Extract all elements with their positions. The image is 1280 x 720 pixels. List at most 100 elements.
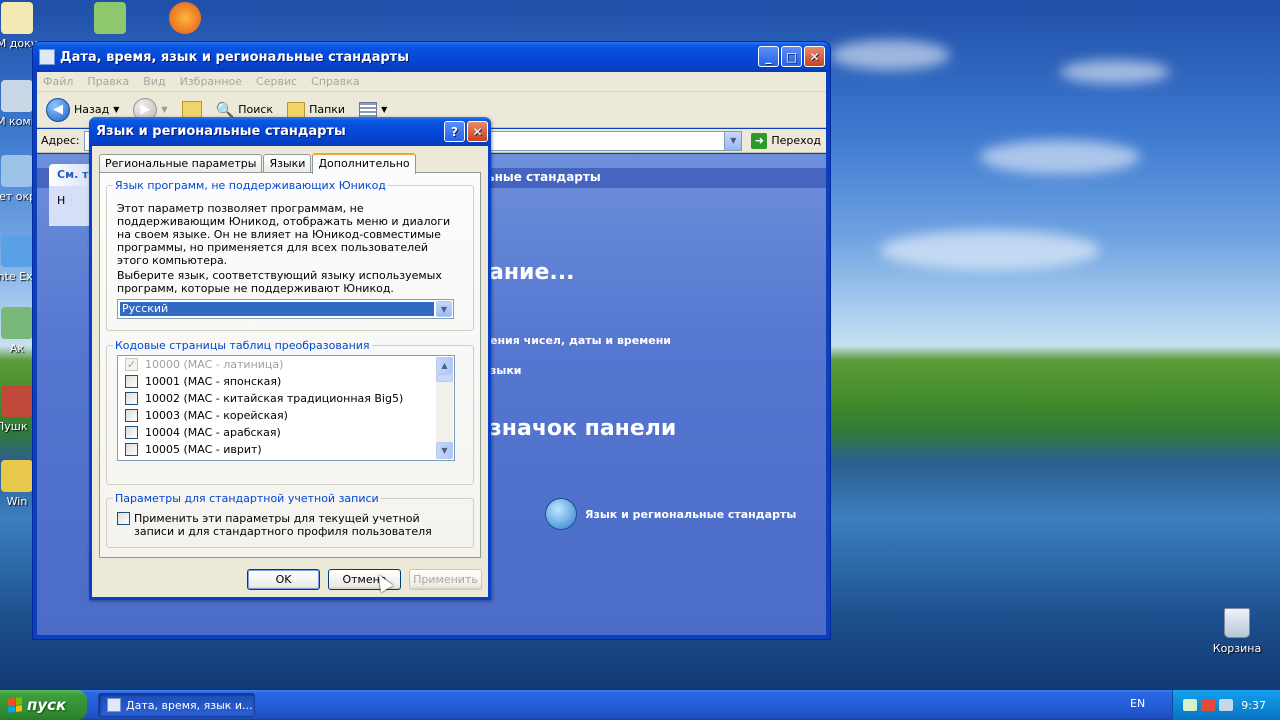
go-label: Переход xyxy=(771,134,821,147)
checkbox-icon[interactable] xyxy=(125,409,138,422)
code-page-item[interactable]: 10005 (MAC - иврит) xyxy=(118,441,454,458)
menu-help[interactable]: Справка xyxy=(311,75,359,88)
cloud xyxy=(1060,60,1170,84)
start-button[interactable]: пуск xyxy=(0,690,87,720)
setup-icon xyxy=(94,2,126,34)
menu-file[interactable]: Файл xyxy=(43,75,73,88)
tab-advanced[interactable]: Дополнительно xyxy=(312,153,416,174)
code-page-item[interactable]: 10001 (MAC - японская) xyxy=(118,373,454,390)
app-icon xyxy=(1,307,33,339)
menu-view[interactable]: Вид xyxy=(143,75,165,88)
checkbox-icon xyxy=(117,512,130,525)
apply-to-default-checkbox[interactable]: Применить эти параметры для текущей учет… xyxy=(117,512,462,538)
menu-edit[interactable]: Правка xyxy=(87,75,129,88)
tab-languages[interactable]: Языки xyxy=(263,154,312,173)
app-icon xyxy=(1,385,33,417)
checkbox-icon[interactable] xyxy=(125,392,138,405)
code-pages-rows: ✓ 10000 (MAC - латиница) 10001 (MAC - япон… xyxy=(118,356,454,458)
taskbar-item-explorer[interactable]: Дата, время, язык и... xyxy=(98,693,255,717)
address-label: Адрес: xyxy=(41,134,80,147)
recycle-bin-label: Корзина xyxy=(1212,642,1262,655)
dialog-title-bar[interactable]: Язык и региональные стандарты ? ✕ xyxy=(89,117,491,146)
clock[interactable]: 9:37 xyxy=(1241,699,1266,712)
maximize-button[interactable]: □ xyxy=(781,46,802,67)
code-page-label: 10002 (MAC - китайская традиционная Big5… xyxy=(145,392,404,405)
globe-icon xyxy=(545,498,577,530)
start-label: пуск xyxy=(27,696,67,714)
task-add-languages[interactable]: зыки xyxy=(490,364,522,377)
security-shield-icon[interactable] xyxy=(1201,699,1215,711)
left-pane-item[interactable]: Н xyxy=(57,194,65,207)
code-page-label: 10003 (MAC - корейская) xyxy=(145,409,288,422)
views-icon xyxy=(359,101,378,118)
menu-favorites[interactable]: Избранное xyxy=(180,75,242,88)
language-indicator[interactable]: EN xyxy=(1130,697,1145,710)
search-icon: 🔍 xyxy=(215,100,235,119)
taskbar: пуск Дата, время, язык и... EN 9:37 xyxy=(0,690,1280,720)
network-icon xyxy=(1,155,33,187)
go-button[interactable]: ➜ Переход xyxy=(746,131,826,151)
desktop-icon-recycle-bin[interactable]: Корзина xyxy=(1210,608,1264,655)
code-page-item[interactable]: 10003 (MAC - корейская) xyxy=(118,407,454,424)
language-select[interactable]: Русский ▼ xyxy=(117,299,454,319)
computer-icon xyxy=(1,80,33,112)
help-button[interactable]: ? xyxy=(444,121,465,142)
code-pages-scrollbar[interactable]: ▲ ▼ xyxy=(436,357,453,459)
recycle-bin-icon xyxy=(1224,608,1250,638)
scroll-up-icon[interactable]: ▲ xyxy=(436,357,453,374)
checkbox-icon[interactable] xyxy=(125,426,138,439)
tab-regional-options[interactable]: Региональные параметры xyxy=(99,154,263,173)
default-account-legend: Параметры для стандартной учетной записи xyxy=(115,492,379,505)
advanced-tab-panel: Язык программ, не поддерживающих Юникод … xyxy=(99,172,481,558)
close-button[interactable]: ✕ xyxy=(804,46,825,67)
menu-tools[interactable]: Сервис xyxy=(256,75,297,88)
cloud xyxy=(980,140,1140,174)
task-change-number-format[interactable]: ения чисел, даты и времени xyxy=(490,334,671,347)
checkbox-icon: ✓ xyxy=(125,358,138,371)
apply-button[interactable]: Применить xyxy=(409,569,482,590)
checkbox-icon[interactable] xyxy=(125,375,138,388)
back-label: Назад xyxy=(74,103,110,116)
internet-explorer-icon xyxy=(1,235,33,267)
ok-button[interactable]: OK xyxy=(247,569,320,590)
desktop-icon-label: Ак xyxy=(9,342,25,355)
folders-icon xyxy=(287,101,306,118)
chevron-down-icon: ▼ xyxy=(381,105,388,114)
code-page-item[interactable]: 10004 (MAC - арабская) xyxy=(118,424,454,441)
chevron-down-icon[interactable]: ▼ xyxy=(436,301,452,317)
system-tray: 9:37 xyxy=(1172,690,1280,720)
regional-options-link[interactable]: Язык и региональные стандарты xyxy=(545,498,796,530)
code-page-item[interactable]: 10002 (MAC - китайская традиционная Big5… xyxy=(118,390,454,407)
scroll-down-icon[interactable]: ▼ xyxy=(436,442,453,459)
windows-logo-icon xyxy=(8,697,22,713)
network-tray-icon[interactable] xyxy=(1183,699,1197,711)
non-unicode-legend: Язык программ, не поддерживающих Юникод xyxy=(115,179,386,192)
code-page-item: ✓ 10000 (MAC - латиница) xyxy=(118,356,454,373)
pick-icon-heading: значок панели xyxy=(489,416,677,441)
checkbox-icon[interactable] xyxy=(125,443,138,456)
desktop-icon-firefox[interactable] xyxy=(148,2,222,37)
regional-options-label: Язык и региональные стандарты xyxy=(585,507,797,521)
dialog-close-button[interactable]: ✕ xyxy=(467,121,488,142)
non-unicode-prompt: Выберите язык, соответствующий языку исп… xyxy=(117,269,442,295)
menu-bar: Файл Правка Вид Избранное Сервис Справка xyxy=(37,72,826,92)
chevron-down-icon[interactable]: ▼ xyxy=(724,131,742,150)
volume-icon[interactable] xyxy=(1219,699,1233,711)
explorer-title: Дата, время, язык и региональные стандар… xyxy=(60,49,409,65)
desktop-icon-label: Win xyxy=(6,495,28,508)
desktop-icon-setup[interactable] xyxy=(73,2,147,37)
folders-label: Папки xyxy=(309,103,346,116)
chevron-down-icon: ▼ xyxy=(161,105,168,114)
desktop-icon-label: М доку xyxy=(0,37,38,50)
explorer-title-bar[interactable]: Дата, время, язык и региональные стандар… xyxy=(33,42,830,72)
code-pages-list[interactable]: ✓ 10000 (MAC - латиница) 10001 (MAC - япон… xyxy=(117,355,455,461)
tab-strip: Региональные параметры Языки Дополнитель… xyxy=(99,152,417,174)
regional-options-dialog: Язык и региональные стандарты ? ✕ Регион… xyxy=(89,117,491,600)
dialog-title: Язык и региональные стандарты xyxy=(96,124,346,139)
control-panel-icon xyxy=(107,698,121,712)
minimize-button[interactable]: _ xyxy=(758,46,779,67)
code-pages-legend: Кодовые страницы таблиц преобразования xyxy=(115,339,370,352)
search-label: Поиск xyxy=(238,103,274,116)
control-panel-icon xyxy=(39,49,55,65)
scroll-thumb[interactable] xyxy=(436,374,453,382)
